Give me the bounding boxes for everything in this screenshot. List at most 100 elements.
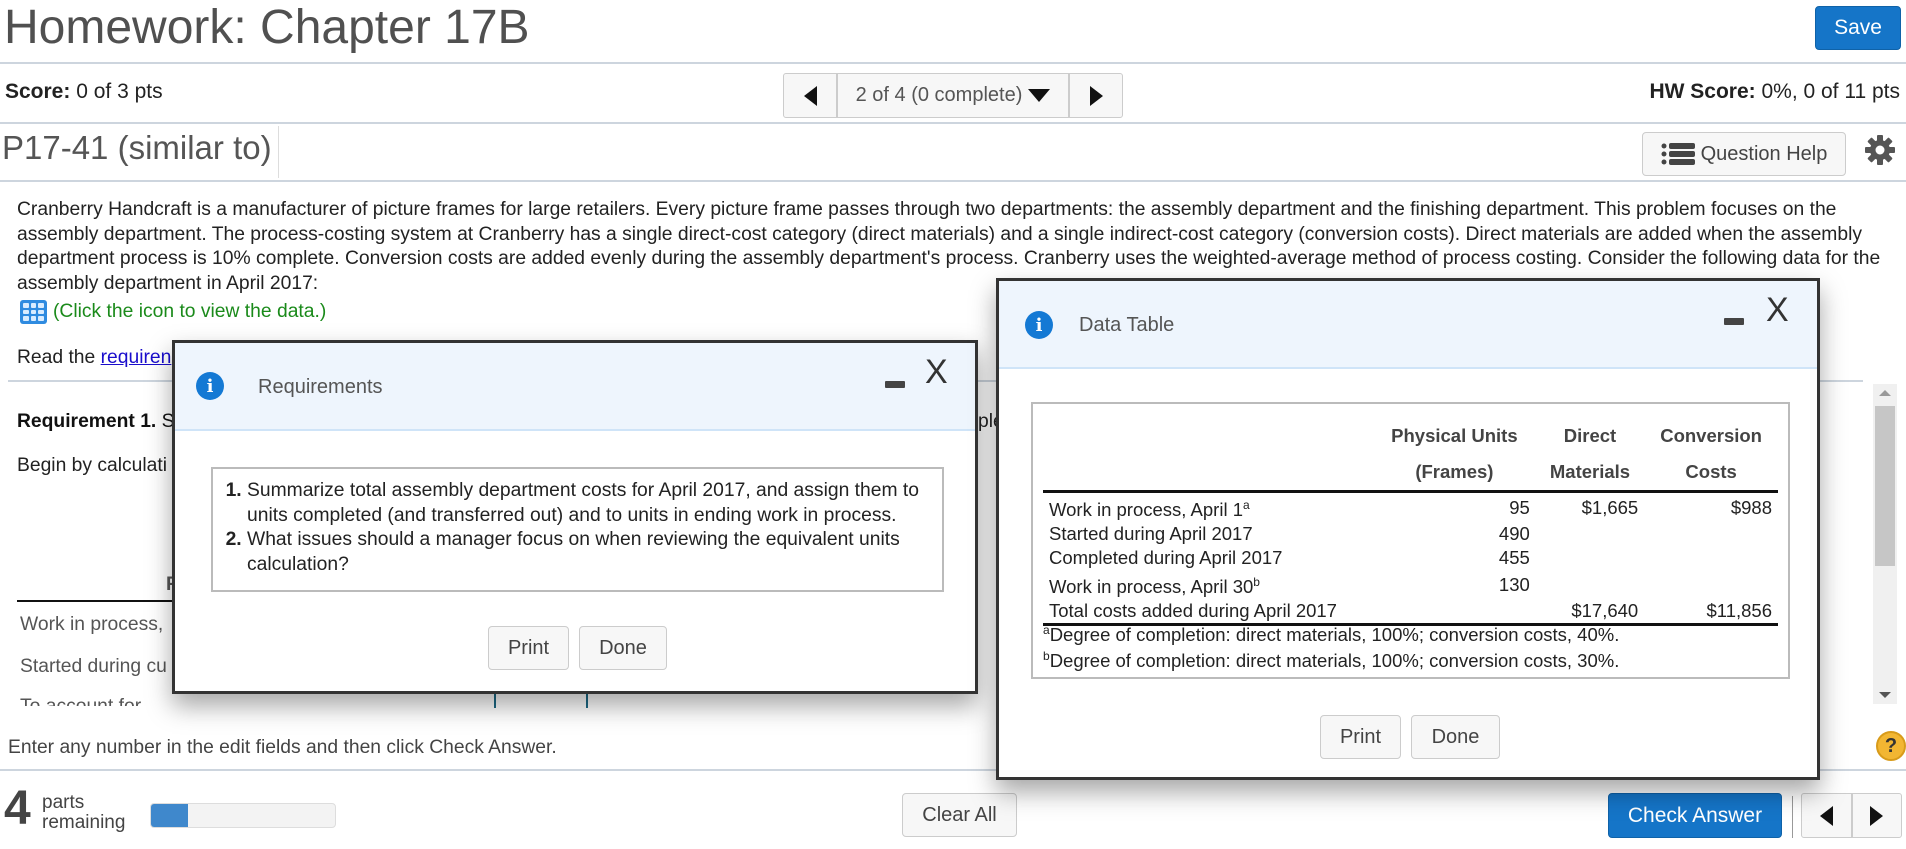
print-button[interactable]: Print (488, 626, 569, 670)
next-question-button[interactable] (1070, 74, 1122, 117)
gear-icon[interactable] (1864, 134, 1896, 166)
data-table-container: Physical Units Direct Conversion (Frames… (1031, 402, 1790, 679)
remaining-label: remaining (42, 812, 126, 833)
requirement-item: What issues should a manager focus on wh… (247, 528, 930, 577)
physical-units-cell: 455 (1498, 547, 1530, 569)
data-table: Physical Units Direct Conversion (Frames… (1043, 418, 1778, 627)
question-help-label: Question Help (1700, 142, 1828, 165)
divider (0, 180, 1906, 182)
table-icon[interactable] (20, 300, 47, 324)
info-icon: i (196, 372, 224, 400)
header-physical-units: Physical Units (1391, 425, 1518, 446)
scroll-up-icon[interactable] (1879, 390, 1891, 396)
print-button[interactable]: Print (1320, 715, 1401, 759)
divider (0, 122, 1906, 124)
answer-table-row-label: Started during cu (20, 656, 167, 677)
dialog-header[interactable]: i Data Table X (999, 281, 1817, 369)
read-prefix: Read the (17, 347, 101, 368)
divider (0, 62, 1906, 64)
arrow-right-icon (1089, 85, 1103, 106)
physical-units-cell: 95 (1509, 496, 1530, 518)
instructions: Enter any number in the edit fields and … (8, 737, 557, 758)
footnote-b: bDegree of completion: direct materials,… (1043, 649, 1619, 672)
header-conversion-costs: Costs (1644, 454, 1778, 493)
score-value: 0 of 3 pts (76, 80, 163, 103)
question-selector-dropdown[interactable]: 2 of 4 (0 complete) (836, 74, 1070, 117)
footnote-text: Degree of completion: direct materials, … (1049, 650, 1620, 672)
score-label: Score: (5, 80, 71, 103)
minimize-icon[interactable] (885, 381, 905, 388)
footnote-mark: a (1043, 623, 1050, 637)
answer-table-row-label: Work in process, (20, 614, 164, 635)
close-icon[interactable]: X (925, 355, 948, 389)
question-position: 2 of 4 (0 complete) (855, 84, 1023, 106)
data-table-dialog: i Data Table X Physical Units Direct Con… (996, 278, 1820, 780)
minimize-icon[interactable] (1724, 318, 1744, 325)
dialog-header[interactable]: i Requirements X (175, 343, 975, 431)
next-question-button[interactable] (1850, 794, 1902, 837)
question-help-button[interactable]: Question Help (1642, 132, 1846, 176)
arrow-left-icon (803, 85, 817, 106)
conversion-costs-cell (1644, 522, 1778, 546)
conversion-costs-cell: $11,856 (1644, 599, 1778, 627)
done-button[interactable]: Done (1411, 715, 1500, 759)
row-label-text: Work in process, April 30 (1049, 576, 1254, 598)
save-button[interactable]: Save (1815, 6, 1901, 50)
problem-id: P17-41 (similar to) (2, 129, 272, 166)
hw-score: HW Score: 0%, 0 of 11 pts (1649, 80, 1900, 104)
previous-question-button[interactable] (1802, 794, 1851, 837)
progress-fill (151, 804, 188, 827)
score: Score: 0 of 3 pts (5, 80, 163, 104)
scroll-down-icon[interactable] (1879, 692, 1891, 698)
divider (278, 126, 279, 178)
check-answer-button[interactable]: Check Answer (1608, 793, 1782, 838)
arrow-left-icon (1819, 805, 1833, 826)
read-requirements: Read the requiren (17, 347, 171, 369)
header-conversion-costs: Conversion (1660, 425, 1762, 446)
view-data-label[interactable]: (Click the icon to view the data.) (53, 301, 326, 323)
divider (1792, 796, 1793, 838)
instruction-text: Begin by calculati (17, 455, 168, 476)
row-label-text: Work in process, April 1 (1049, 499, 1243, 521)
footnote-mark: b (1043, 649, 1050, 663)
data-table-row: Completed during April 2017 455 (1043, 546, 1778, 570)
direct-materials-cell: $1,665 (1581, 496, 1639, 518)
view-data-link[interactable]: (Click the icon to view the data.) (20, 300, 326, 324)
physical-units-cell (1373, 599, 1536, 627)
direct-materials-cell (1536, 522, 1644, 546)
close-icon[interactable]: X (1766, 293, 1789, 327)
parts-remaining-label: parts remaining (42, 793, 125, 833)
footnote-ref: b (1253, 575, 1260, 590)
row-label: Completed during April 2017 (1043, 546, 1373, 570)
header-direct-materials: Direct (1563, 425, 1617, 446)
done-button[interactable]: Done (579, 626, 667, 670)
header-direct-materials: Materials (1535, 454, 1645, 493)
hw-score-label: HW Score: (1649, 80, 1756, 103)
help-icon[interactable]: ? (1876, 731, 1906, 761)
footnote-a: aDegree of completion: direct materials,… (1043, 623, 1619, 646)
row-label-text: Completed during April 2017 (1049, 547, 1283, 569)
dialog-title: Requirements (258, 376, 383, 398)
hw-score-value: 0%, 0 of 11 pts (1761, 80, 1900, 103)
content-scrollbar[interactable] (1873, 384, 1897, 704)
direct-materials-cell: $17,640 (1535, 599, 1645, 627)
data-table-row: Work in process, April 1a 95 $1,665 $988 (1043, 492, 1778, 523)
bottom-question-navigator (1801, 793, 1902, 838)
row-label: Work in process, April 1a (1043, 492, 1373, 523)
requirement-1-heading: Requirement 1. S (17, 411, 175, 433)
header-blank (1043, 418, 1373, 454)
arrow-right-icon (1870, 805, 1884, 826)
scrollbar-thumb[interactable] (1875, 406, 1895, 566)
requirements-link[interactable]: requiren (101, 347, 172, 368)
direct-materials-cell (1536, 570, 1644, 599)
row-label-text: Total costs added during April 2017 (1049, 600, 1337, 622)
footnote-text: Degree of completion: direct materials, … (1049, 624, 1620, 646)
info-icon: i (1025, 311, 1053, 339)
answer-table-row-label: To account for (20, 696, 141, 706)
row-label-text: Started during April 2017 (1049, 523, 1253, 545)
previous-question-button[interactable] (784, 74, 836, 117)
footnote-ref: a (1242, 498, 1250, 512)
data-table-row: Total costs added during April 2017 $17,6… (1043, 599, 1778, 627)
clear-all-button[interactable]: Clear All (902, 793, 1017, 837)
requirements-list: Summarize total assembly department cost… (211, 467, 944, 592)
